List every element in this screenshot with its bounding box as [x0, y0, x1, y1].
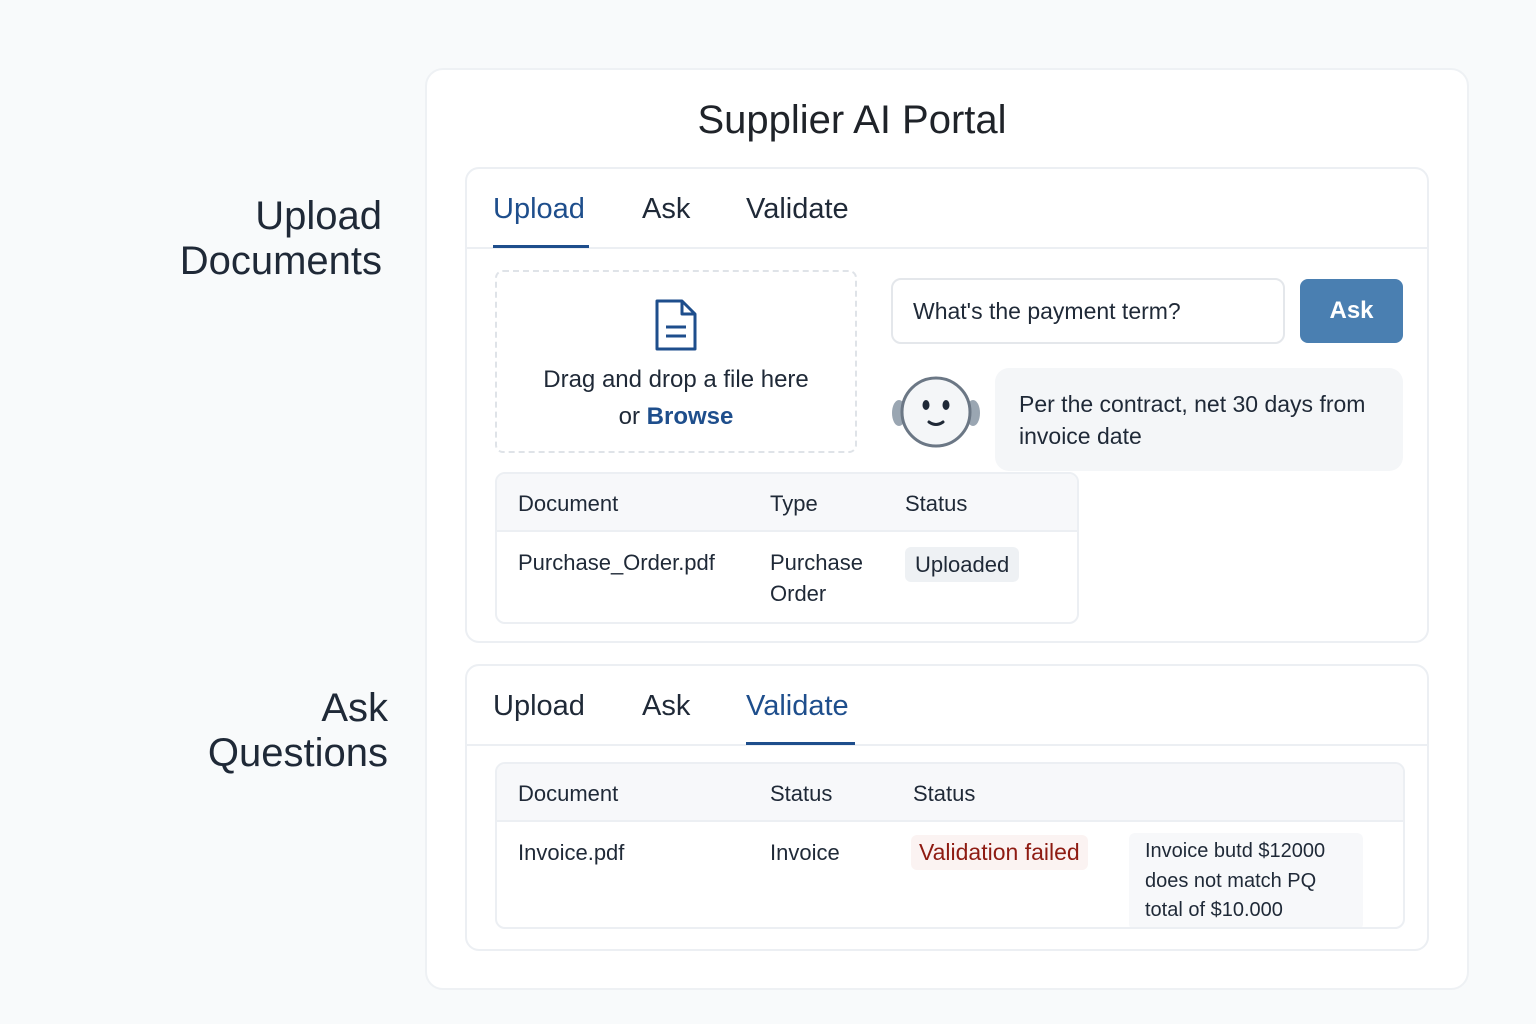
document-icon — [653, 298, 699, 357]
tab-upload[interactable]: Upload — [493, 193, 585, 226]
column-header-status-2: Status — [913, 781, 976, 806]
tab-ask[interactable]: Ask — [642, 193, 690, 226]
column-header-status: Status — [905, 491, 968, 516]
validation-note: Invoice butd $12000 does not match PQ to… — [1129, 833, 1363, 927]
cell-type: Invoice — [770, 840, 840, 865]
table-header: Document Status Status — [497, 764, 1403, 822]
question-input[interactable]: What's the payment term? — [891, 278, 1285, 344]
validate-card: Upload Ask Validate Document Status Stat… — [465, 664, 1429, 951]
table-header: Document Type Status — [497, 474, 1077, 532]
column-header-document: Document — [518, 491, 619, 516]
active-tab-indicator — [746, 742, 855, 745]
ask-questions-label: Ask Questions — [207, 686, 388, 775]
upload-card: Upload Ask Validate Drag and drop a file… — [465, 167, 1429, 643]
dropzone-text: Drag and drop a file here — [543, 366, 809, 393]
browse-link[interactable]: Browse — [647, 403, 734, 430]
tab-bar: Upload Ask Validate — [467, 666, 1427, 746]
validation-table: Document Status Status Invoice.pdf Invoi… — [495, 762, 1405, 929]
status-badge: Uploaded — [905, 547, 1020, 582]
tab-upload[interactable]: Upload — [493, 690, 585, 723]
tab-bar: Upload Ask Validate — [467, 169, 1427, 249]
bot-avatar-icon — [891, 374, 981, 455]
column-header-type: Type — [770, 491, 818, 516]
page-title: Supplier AI Portal — [697, 98, 1007, 142]
documents-table: Document Type Status Purchase_Order.pdf … — [495, 472, 1079, 624]
tab-validate[interactable]: Validate — [746, 193, 849, 226]
file-dropzone[interactable]: Drag and drop a file here or Browse — [495, 270, 857, 453]
or-text: or — [618, 403, 640, 430]
tab-ask[interactable]: Ask — [642, 690, 690, 723]
active-tab-indicator — [493, 245, 589, 248]
cell-type: Purchase Order — [770, 550, 863, 606]
cell-document: Purchase_Order.pdf — [518, 550, 715, 575]
column-header-document: Document — [518, 781, 619, 806]
upload-documents-label: Upload Documents — [179, 194, 382, 283]
cell-document: Invoice.pdf — [518, 840, 625, 865]
dropzone-browse-line: or Browse — [497, 403, 855, 431]
ask-button[interactable]: Ask — [1300, 279, 1403, 343]
validation-failed-badge: Validation failed — [911, 835, 1088, 870]
tab-validate[interactable]: Validate — [746, 690, 849, 723]
answer-bubble: Per the contract, net 30 days from invoi… — [995, 368, 1403, 471]
column-header-status: Status — [770, 781, 833, 806]
